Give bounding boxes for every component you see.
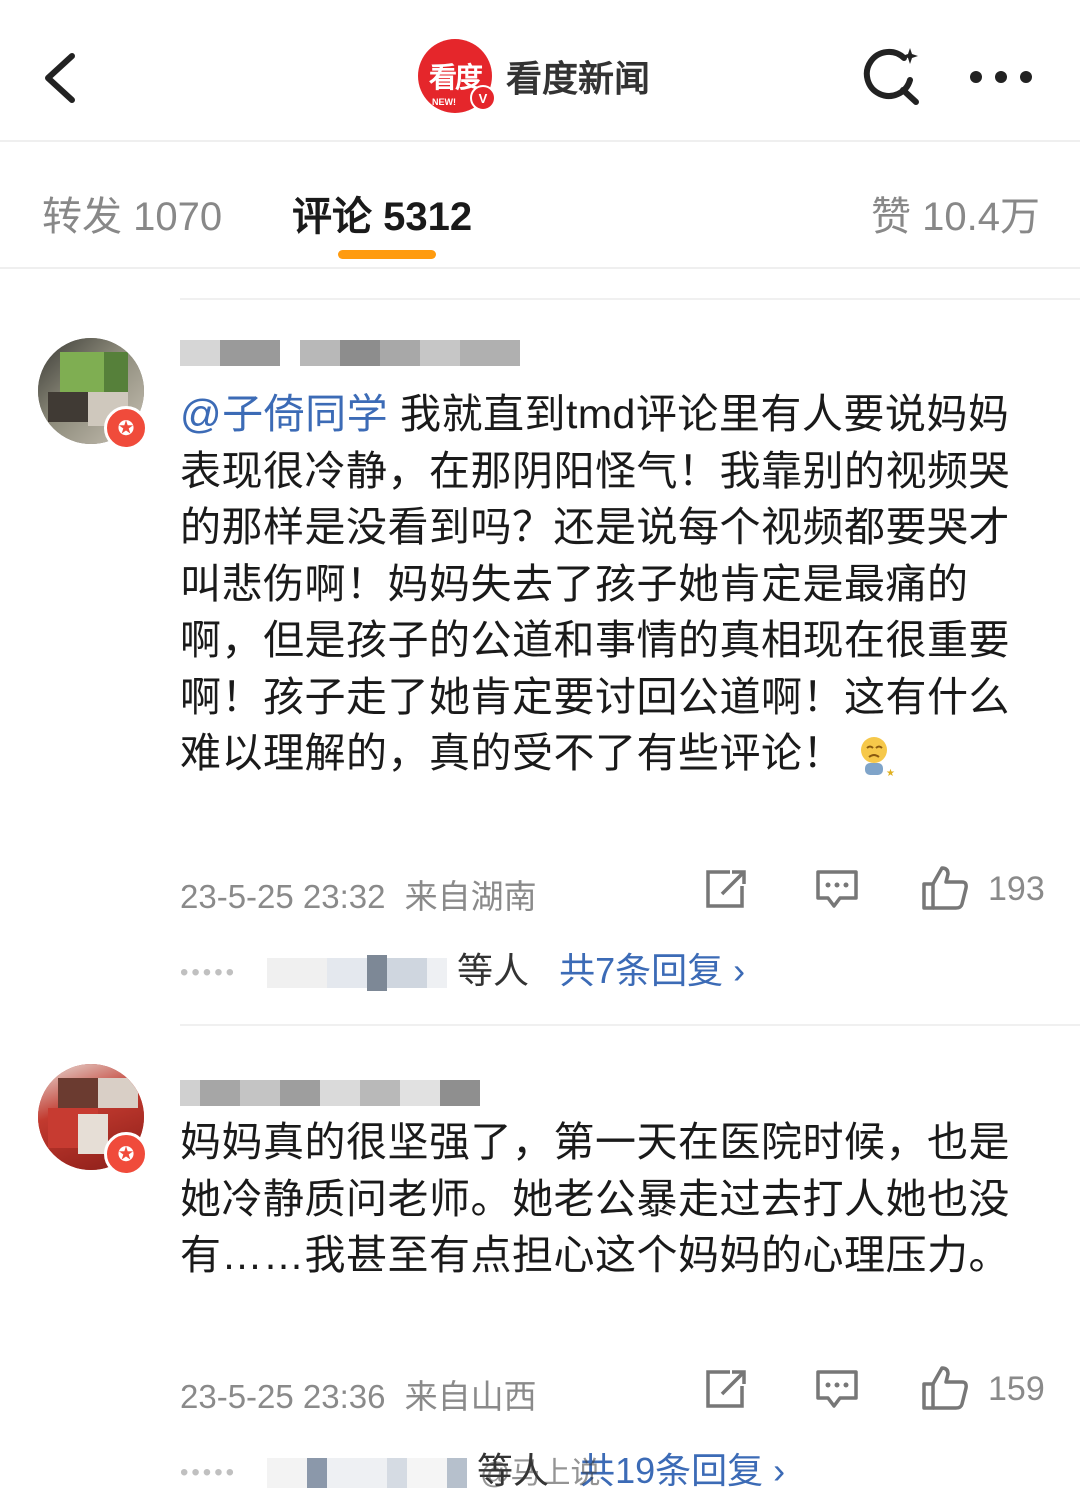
tab-comments[interactable]: 评论 5312 [292,184,472,242]
like-thumb-icon[interactable] [920,864,970,912]
comment-time: 23-5-25 23:36 [180,1378,386,1415]
top-bar: 看度 NEW! V 看度新闻 [0,0,1080,140]
tab-reposts[interactable]: 转发 1070 [42,184,222,242]
view-replies-link[interactable]: 共19条回复 › [579,1450,785,1491]
reply-users-blurred [447,1458,468,1489]
more-dots-icon[interactable] [966,62,1036,92]
comment-reply-icon[interactable] [814,1368,860,1410]
tab-likes[interactable]: 赞 10.4万 [871,184,1040,242]
comment-meta: 23-5-25 23:32 来自湖南 [180,870,537,918]
account-brand[interactable]: 看度 NEW! V 看度新闻 [418,39,651,113]
comment-text: @子倚同学 我就直到tmd评论里有人要说妈妈表现很冷静，在那阴阳怪气！我靠别的视… [180,386,1010,782]
like-count: 159 [988,1370,1045,1408]
verified-icon: V [470,85,496,111]
back-arrow-icon[interactable] [38,50,88,106]
user-mention-link[interactable]: @子倚同学 [180,391,388,437]
reply-users-blurred [327,1458,388,1489]
like-count: 193 [988,870,1045,908]
username-blurred[interactable] [180,1080,480,1106]
comment-divider [180,1024,1080,1026]
like-thumb-icon[interactable] [920,1364,970,1412]
comment-text: 妈妈真的很坚强了，第一天在医院时候，也是她冷静质问老师。她老公暴走过去打人她也没… [180,1114,1010,1284]
replies-row[interactable]: ••••• 等人 共7条回复 › [180,942,745,994]
account-name: 看度新闻 [506,58,651,99]
reply-users-blurred [387,958,428,989]
kandu-logo: 看度 NEW! V [418,39,496,113]
verified-badge-icon: ✪ [104,406,148,450]
reply-users-blurred [367,955,388,992]
sad-face-emoji-icon: ★ [860,737,895,778]
reply-users-blurred [327,958,368,989]
share-icon[interactable] [704,1368,750,1410]
svg-text:★: ★ [886,768,895,778]
reply-users-blurred [427,958,448,989]
comment-body: 妈妈真的很坚强了，第一天在医院时候，也是她冷静质问老师。她老公暴走过去打人她也没… [180,1119,1010,1278]
username-blurred[interactable] [180,340,520,366]
comment-time: 23-5-25 23:32 [180,878,386,915]
comment-meta: 23-5-25 23:36 来自山西 [180,1370,537,1418]
active-tab-indicator [338,250,436,259]
comment-location: 来自山西 [404,1378,537,1415]
search-sparkle-icon[interactable] [858,44,922,108]
reply-users-blurred [267,958,328,989]
view-replies-link[interactable]: 共7条回复 › [559,950,745,991]
reply-users-blurred [307,1458,328,1489]
replies-dots: ••••• [180,959,238,987]
tab-bar: 转发 1070 评论 5312 赞 10.4万 [0,142,1080,267]
comment-location: 来自湖南 [404,878,537,915]
reply-users-blurred [267,1458,308,1489]
comment-body: 我就直到tmd评论里有人要说妈妈表现很冷静，在那阴阳怪气！我靠别的视频哭的那样是… [180,391,1010,776]
reply-users-blurred [387,1458,408,1489]
weibo-watermark: @马上说 [480,1457,601,1490]
reply-users-blurred [407,1458,448,1489]
tabs-divider [0,267,1080,269]
verified-badge-icon: ✪ [104,1132,148,1176]
comment-reply-icon[interactable] [814,868,860,910]
logo-new-label: NEW! [432,97,456,107]
replies-suffix: 等人 [457,950,530,991]
replies-dots: ••••• [180,1459,238,1487]
share-icon[interactable] [704,868,750,910]
comment-divider [180,298,1080,300]
